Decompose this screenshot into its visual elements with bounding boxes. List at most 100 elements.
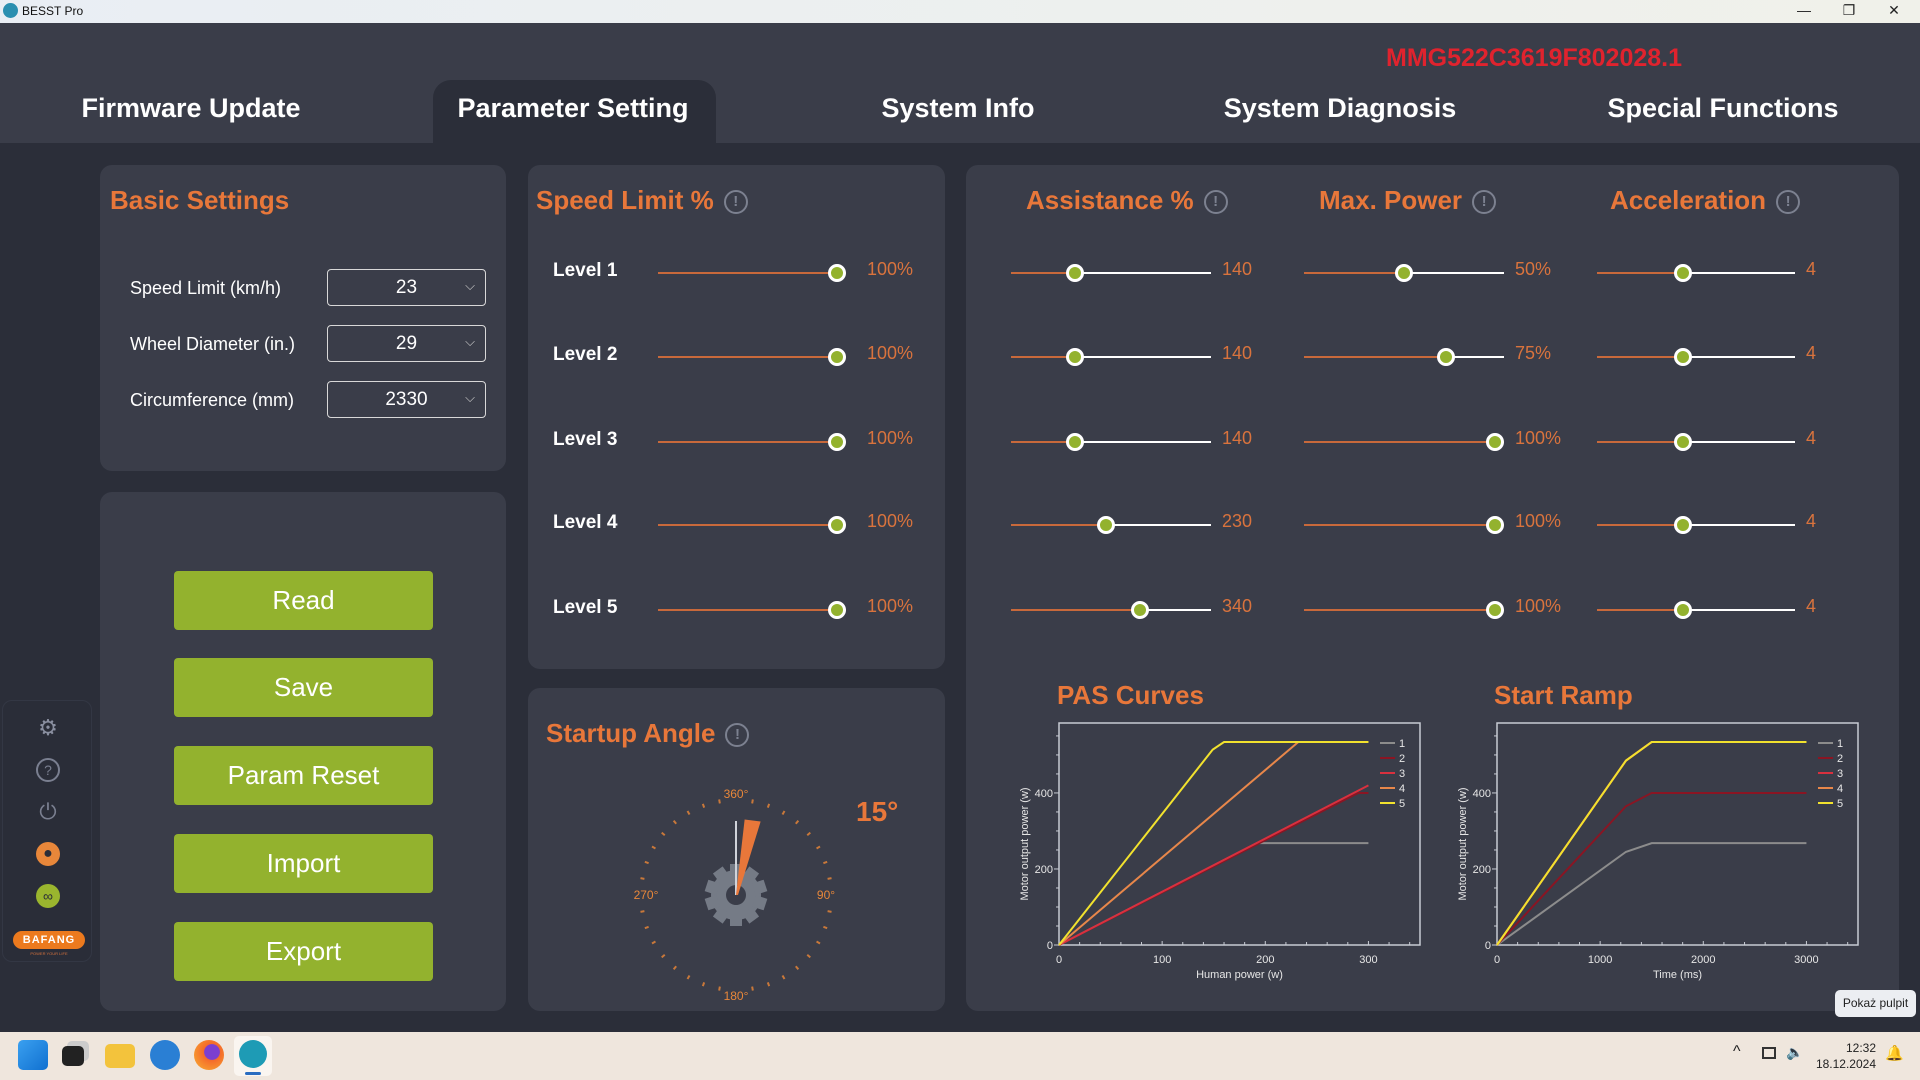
info-icon[interactable]: ! [725, 723, 750, 748]
tab-parameter-setting[interactable]: Parameter Setting [457, 93, 688, 124]
taskbar [0, 1032, 1920, 1080]
acceleration-slider[interactable] [1597, 348, 1795, 366]
max-power-slider[interactable] [1304, 348, 1504, 366]
circumference-dropdown[interactable]: 2330 ⌵ [327, 381, 486, 418]
y-tick-label: 200 [1473, 864, 1491, 876]
info-icon[interactable]: ! [1776, 190, 1801, 215]
save-button[interactable]: Save [174, 658, 433, 717]
thunderbird-icon[interactable] [150, 1040, 180, 1070]
acceleration-slider[interactable] [1597, 433, 1795, 451]
task-view-icon[interactable] [62, 1046, 84, 1066]
wheel-diameter-dropdown[interactable]: 29 ⌵ [327, 325, 486, 362]
slider-fill [1597, 356, 1683, 358]
chevron-down-icon: ⌵ [465, 278, 475, 293]
assistance-slider[interactable] [1011, 601, 1211, 619]
slider-thumb[interactable] [1065, 264, 1084, 282]
legend-label: 3 [1399, 768, 1405, 780]
level-label: Level 2 [553, 344, 618, 365]
slider-value: 140 [1222, 343, 1253, 363]
tab-system-diagnosis[interactable]: System Diagnosis [1224, 93, 1457, 124]
notification-bell-icon[interactable]: 🔔 [1885, 1044, 1904, 1062]
max-power-slider[interactable] [1304, 264, 1504, 282]
speed-limit-dropdown[interactable]: 23 ⌵ [327, 269, 486, 306]
slider-thumb[interactable] [828, 601, 846, 619]
series-line-2 [1496, 791, 1807, 946]
info-icon[interactable]: ! [1203, 190, 1228, 215]
speed-limit-slider[interactable] [658, 601, 846, 619]
speed-limit-slider[interactable] [658, 348, 846, 366]
assistance-slider[interactable] [1011, 433, 1211, 451]
slider-value: 340 [1222, 596, 1253, 616]
info-icon[interactable]: ! [1472, 190, 1497, 215]
slider-thumb[interactable] [828, 516, 846, 534]
maximize-button[interactable]: ❐ [1827, 0, 1871, 23]
max-power-slider[interactable] [1304, 601, 1504, 619]
slider-thumb[interactable] [1486, 601, 1504, 619]
slider-fill [658, 524, 846, 526]
assistance-slider[interactable] [1011, 348, 1211, 366]
dial-tick [766, 803, 771, 808]
dial-tick [781, 810, 786, 815]
power-icon[interactable]: ⏻ [36, 800, 60, 824]
slider-value: 100% [867, 596, 914, 616]
assistance-slider[interactable] [1011, 264, 1211, 282]
x-tick-label: 300 [1359, 954, 1377, 966]
volume-icon[interactable]: 🔈 [1786, 1044, 1803, 1061]
slider-thumb[interactable] [1436, 348, 1455, 366]
close-button[interactable]: ✕ [1872, 0, 1916, 23]
slider-thumb[interactable] [1065, 433, 1084, 451]
read-button[interactable]: Read [174, 571, 433, 630]
acceleration-slider[interactable] [1597, 516, 1795, 534]
file-explorer-icon[interactable] [105, 1044, 135, 1068]
angle-dial[interactable]: 360° 90° 180° 270° [616, 776, 856, 1016]
dial-tick [827, 877, 832, 880]
assistance-slider[interactable] [1011, 516, 1211, 534]
besst-taskbar-button[interactable] [234, 1036, 272, 1076]
tab-firmware-update[interactable]: Firmware Update [81, 93, 300, 124]
series-line-2 [1058, 791, 1369, 946]
max-power-slider[interactable] [1304, 516, 1504, 534]
slider-thumb[interactable] [1486, 516, 1504, 534]
legend-label: 5 [1399, 798, 1405, 810]
tray-chevron-icon[interactable]: ^ [1733, 1043, 1741, 1061]
import-button[interactable]: Import [174, 834, 433, 893]
circumference-value: 2330 [385, 389, 428, 410]
slider-thumb[interactable] [1065, 348, 1084, 366]
header [0, 23, 1920, 143]
link-icon[interactable]: ∞ [36, 884, 60, 908]
tab-system-info[interactable]: System Info [881, 93, 1034, 124]
speed-limit-slider[interactable] [658, 516, 846, 534]
plot-frame [1496, 722, 1859, 946]
pas-curves-title: PAS Curves [1057, 680, 1204, 710]
acceleration-slider[interactable] [1597, 264, 1795, 282]
slider-thumb[interactable] [828, 264, 846, 282]
export-button[interactable]: Export [174, 922, 433, 981]
info-icon[interactable]: ! [723, 190, 748, 215]
tab-special-functions[interactable]: Special Functions [1607, 93, 1838, 124]
slider-thumb[interactable] [1131, 601, 1150, 619]
windows-start-icon[interactable] [18, 1040, 48, 1070]
slider-thumb[interactable] [1096, 516, 1115, 534]
slider-fill [1304, 356, 1450, 358]
slider-fill [1304, 524, 1504, 526]
acceleration-slider[interactable] [1597, 601, 1795, 619]
x-tick-label: 100 [1153, 954, 1171, 966]
firefox-icon[interactable] [194, 1040, 224, 1070]
slider-thumb[interactable] [828, 348, 846, 366]
param-reset-button[interactable]: Param Reset [174, 746, 433, 805]
gear-icon[interactable]: ⚙ [36, 716, 60, 740]
x-tick-label: 3000 [1794, 954, 1818, 966]
minimize-button[interactable]: — [1782, 0, 1826, 23]
speed-limit-slider[interactable] [658, 264, 846, 282]
max-power-slider[interactable] [1304, 433, 1504, 451]
slider-thumb[interactable] [1486, 433, 1504, 451]
clock[interactable]: 12:32 18.12.2024 [1810, 1040, 1876, 1072]
slider-thumb[interactable] [828, 433, 846, 451]
network-icon[interactable] [1762, 1047, 1776, 1059]
dial-tick [781, 975, 786, 980]
slider-thumb[interactable] [1395, 264, 1413, 282]
user-icon[interactable]: ● [36, 842, 60, 866]
x-tick-label: 1000 [1588, 954, 1612, 966]
help-icon[interactable]: ? [36, 758, 60, 782]
speed-limit-slider[interactable] [658, 433, 846, 451]
